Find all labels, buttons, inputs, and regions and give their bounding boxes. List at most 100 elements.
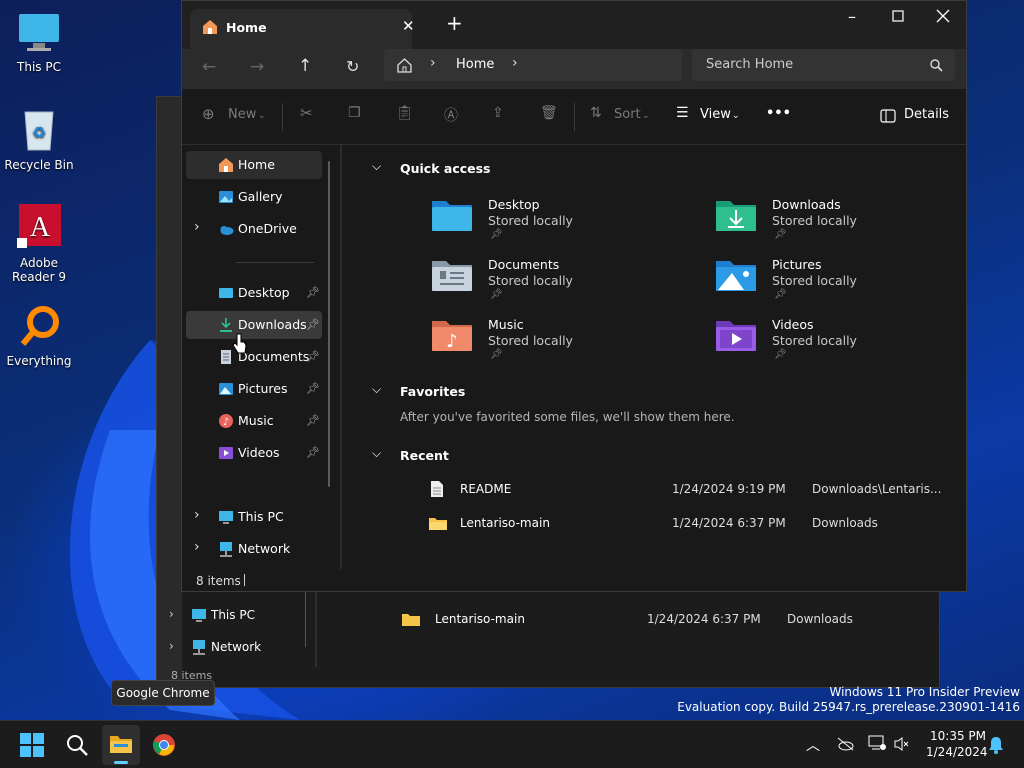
sidebar-item-desktop[interactable]: Desktop 📌︎ [186,279,322,307]
chevron-down-icon[interactable]: ⌵ [372,159,381,174]
paste-icon[interactable]: 📋︎ [396,105,414,121]
chevron-down-icon[interactable]: ⌵ [372,446,381,461]
watermark-line: Windows 11 Pro Insider Preview [829,685,1020,699]
more-options-button[interactable]: ••• [766,106,791,121]
pictures-icon [219,383,233,395]
tab-title: Home [226,20,267,35]
sidebar-item-home[interactable]: Home [186,151,322,179]
sidebar-separator [236,262,314,263]
quick-access-downloads[interactable]: Downloads Stored locally 📌︎ [714,197,964,249]
status-divider [244,574,245,586]
close-window-button[interactable] [936,9,950,23]
clock-date[interactable]: 1/24/2024 [926,745,988,759]
section-favorites[interactable]: Favorites [400,384,465,399]
quick-access-pictures[interactable]: Pictures Stored locally 📌︎ [714,257,964,309]
search-icon[interactable] [65,733,89,757]
refresh-icon[interactable]: ↻ [346,57,359,76]
volume-muted-icon[interactable] [894,736,910,752]
details-button[interactable]: Details [904,107,949,122]
quick-access-desktop[interactable]: Desktop Stored locally 📌︎ [430,197,680,249]
back-recent-row[interactable]: Lentariso-main 1/24/2024 6:37 PM Downloa… [401,609,921,631]
back-sidebar-network[interactable]: › Network [167,637,307,661]
pin-icon[interactable]: 📌︎ [306,446,320,459]
desktop-icon-recycle-bin[interactable]: ♻ Recycle Bin [0,106,78,172]
sidebar-item-pictures[interactable]: Pictures 📌︎ [186,375,322,403]
desktop-icon-everything[interactable]: Everything [0,304,78,368]
maximize-button[interactable] [892,10,904,22]
quick-access-music[interactable]: ♪ Music Stored locally 📌︎ [430,317,680,369]
desktop-icon-label: Everything [6,354,72,368]
chevron-right-icon[interactable]: › [194,539,200,555]
view-button[interactable]: View [700,107,731,122]
sidebar-item-music[interactable]: ♪ Music 📌︎ [186,407,322,435]
music-icon: ♪ [219,414,233,428]
sidebar-item-this-pc[interactable]: › This PC [186,503,322,531]
title-bar[interactable]: Home ✕ + – [182,1,966,49]
pin-icon[interactable]: 📌︎ [306,286,320,299]
notification-bell-icon[interactable] [988,736,1004,754]
close-tab-icon[interactable]: ✕ [402,17,415,35]
address-bar[interactable]: › Home › [384,49,682,81]
cloud-icon [220,226,234,235]
file-explorer-window[interactable]: Home ✕ + – ← → ↑ ↻ › Home › Search Home … [181,0,967,592]
pin-icon[interactable]: 📌︎ [306,382,320,395]
back-divider [315,587,317,667]
sidebar-item-videos[interactable]: Videos 📌︎ [186,439,322,467]
sidebar-item-downloads[interactable]: Downloads 📌︎ [186,311,322,339]
sidebar-item-gallery[interactable]: Gallery [186,183,322,211]
windows-start-icon[interactable] [20,733,44,757]
sidebar-item-onedrive[interactable]: › OneDrive [186,215,322,243]
chevron-right-icon[interactable]: › [512,55,518,71]
pin-icon[interactable]: 📌︎ [306,350,320,363]
chevron-right-icon[interactable]: › [430,55,436,71]
chevron-right-icon[interactable]: › [194,219,200,235]
taskbar-file-explorer[interactable] [102,725,140,765]
sidebar-scrollbar[interactable] [328,161,330,487]
quick-access-videos[interactable]: Videos Stored locally 📌︎ [714,317,964,369]
sidebar-label: Videos [238,445,280,460]
delete-icon[interactable]: 🗑︎ [540,105,558,121]
onedrive-offline-icon[interactable] [836,737,854,751]
download-icon [220,318,232,332]
share-icon[interactable]: ⇪ [492,105,504,121]
back-window-edge [157,97,182,689]
sidebar-item-network[interactable]: › Network [186,535,322,563]
new-tab-button[interactable]: + [446,13,463,33]
cut-icon[interactable]: ✂ [300,104,313,122]
back-row-name: Lentariso-main [435,612,525,626]
qa-name: Videos [772,317,814,332]
chevron-right-icon[interactable]: › [194,507,200,523]
back-row-date: 1/24/2024 6:37 PM [647,612,761,626]
desktop-icon-adobe-reader[interactable]: A Adobe Reader 9 [0,204,78,284]
recent-row[interactable]: README 1/24/2024 9:19 PM Downloads\Lenta… [428,479,958,501]
network-status-icon[interactable] [868,735,886,751]
back-sidebar-this-pc[interactable]: › This PC [167,605,307,629]
rename-icon[interactable]: Ⓐ [444,105,458,125]
sidebar-item-documents[interactable]: Documents 📌︎ [186,343,322,371]
desktop-icon-this-pc[interactable]: This PC [0,10,78,74]
new-button[interactable]: New [228,107,256,122]
section-recent[interactable]: Recent [400,448,449,463]
pin-icon[interactable]: 📌︎ [306,318,320,331]
chevron-down-icon[interactable]: ⌵ [372,382,381,397]
sort-button[interactable]: Sort [614,107,641,122]
section-quick-access[interactable]: Quick access [400,161,491,176]
copy-icon[interactable]: ❐ [348,105,361,121]
tab-home[interactable]: Home ✕ [190,9,415,49]
up-arrow-icon[interactable]: ↑ [298,56,312,76]
desktop-icon-label: This PC [17,60,61,74]
chevron-up-icon[interactable]: ︿ [806,735,820,755]
forward-arrow-icon[interactable]: → [250,57,264,77]
recent-row[interactable]: Lentariso-main 1/24/2024 6:37 PM Downloa… [428,513,958,535]
pin-icon[interactable]: 📌︎ [306,414,320,427]
clock-time[interactable]: 10:35 PM [930,729,986,743]
sort-icon: ⇅ [590,105,602,121]
chrome-icon[interactable] [152,733,176,757]
quick-access-documents[interactable]: Documents Stored locally 📌︎ [430,257,680,309]
back-sidebar-label: Network [211,640,262,654]
chevron-down-icon: ⌄ [258,111,266,121]
back-arrow-icon[interactable]: ← [202,57,216,77]
breadcrumb-home[interactable]: Home [456,57,494,72]
minimize-button[interactable]: – [842,7,862,27]
search-input[interactable]: Search Home [692,49,955,81]
